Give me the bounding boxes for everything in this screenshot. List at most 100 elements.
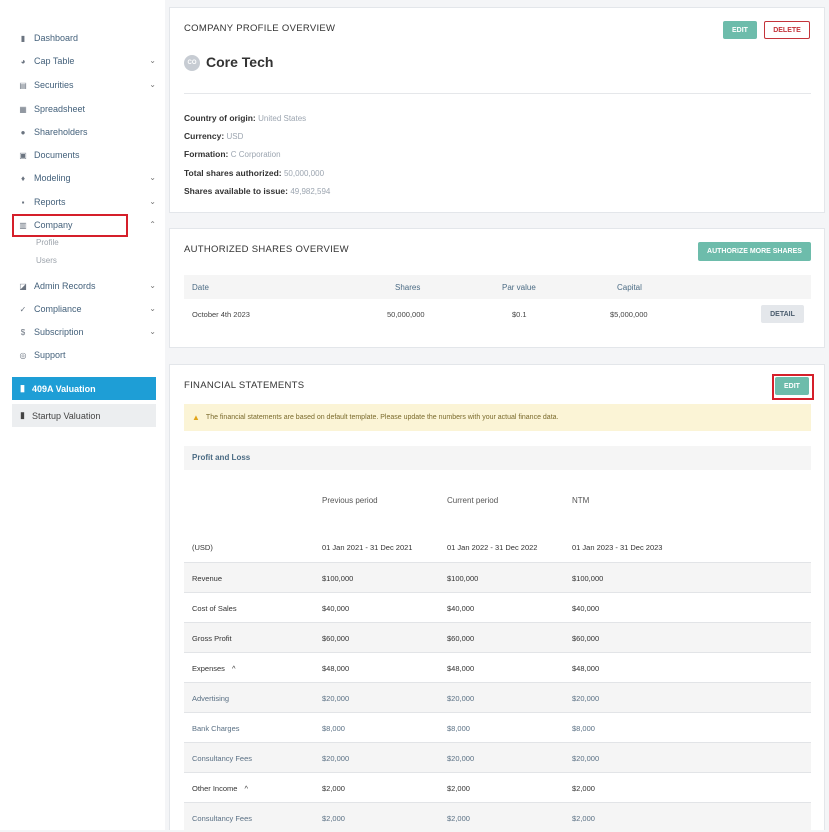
unit-label: (USD)	[192, 543, 213, 552]
cell-current: $48,000	[447, 664, 475, 673]
spreadsheet-icon: ▦	[19, 104, 27, 114]
column-header-ntm: NTM	[572, 496, 590, 505]
sidebar: ▮ Dashboard ◕ Cap Table ⌄ ▤ Securities ⌄…	[0, 0, 165, 830]
financial-statements-card: FINANCIAL STATEMENTS EDIT ▲ The financia…	[169, 364, 825, 832]
row-label: Consultancy Fees	[192, 814, 253, 823]
table-row-consultancy-fees: Consultancy Fees $20,000 $20,000 $20,000	[184, 742, 811, 772]
detail-button[interactable]: DETAIL	[761, 305, 804, 323]
document-icon: ▮	[20, 410, 25, 420]
cell-current: $100,000	[447, 574, 479, 583]
edit-profile-button[interactable]: EDIT	[723, 21, 757, 39]
range-ntm: 01 Jan 2023 - 31 Dec 2023	[572, 543, 663, 552]
chevron-up-icon[interactable]: ^	[245, 784, 249, 793]
divider	[184, 93, 811, 94]
info-country: Country of origin: United States	[184, 113, 307, 123]
sidebar-item-support[interactable]: ◎ Support	[19, 347, 159, 363]
sidebar-item-shareholders[interactable]: ● Shareholders	[19, 124, 159, 140]
highlight-box-edit	[772, 374, 814, 400]
section-header-profit-loss[interactable]: Profit and Loss	[184, 446, 811, 470]
startup-valuation-button[interactable]: ▮ Startup Valuation	[12, 404, 156, 427]
sidebar-item-cap-table[interactable]: ◕ Cap Table ⌄	[19, 53, 159, 69]
sidebar-subitem-profile[interactable]: Profile	[36, 238, 59, 247]
sidebar-subitem-users[interactable]: Users	[36, 256, 57, 265]
cell-previous: $20,000	[322, 754, 350, 763]
sidebar-item-documents[interactable]: ▣ Documents	[19, 147, 159, 163]
range-current: 01 Jan 2022 - 31 Dec 2022	[447, 543, 538, 552]
sidebar-item-admin-records[interactable]: ◪ Admin Records ⌄	[19, 278, 159, 294]
delete-profile-button[interactable]: DELETE	[764, 21, 810, 39]
info-total-shares: Total shares authorized: 50,000,000	[184, 168, 325, 178]
sidebar-item-reports[interactable]: ▪ Reports ⌄	[19, 194, 159, 210]
cell-current: $20,000	[447, 694, 475, 703]
cell-previous: $48,000	[322, 664, 350, 673]
warning-icon: ▲	[192, 413, 200, 422]
cell-previous: $2,000	[322, 814, 345, 823]
sidebar-item-label: Support	[34, 350, 66, 360]
sidebar-item-label: Reports	[34, 197, 66, 207]
card-title: FINANCIAL STATEMENTS	[184, 380, 305, 391]
company-name: Core Tech	[206, 54, 274, 70]
chevron-down-icon: ⌄	[149, 173, 156, 182]
cell-ntm: $60,000	[572, 634, 600, 643]
person-icon: ●	[20, 127, 26, 137]
sidebar-item-subscription[interactable]: $ Subscription ⌄	[19, 324, 159, 340]
chevron-down-icon: ⌄	[149, 80, 156, 89]
cell-previous: $60,000	[322, 634, 350, 643]
chevron-up-icon[interactable]: ^	[232, 664, 236, 673]
cell-capital: $5,000,000	[610, 310, 648, 319]
table-row: October 4th 2023 50,000,000 $0.1 $5,000,…	[184, 299, 811, 329]
sidebar-item-label: Modeling	[34, 173, 71, 183]
table-row-revenue: Revenue $100,000 $100,000 $100,000	[184, 562, 811, 592]
chevron-down-icon: ⌄	[149, 281, 156, 290]
cell-current: $60,000	[447, 634, 475, 643]
chevron-up-icon: ⌃	[149, 220, 156, 229]
section-label: Profit and Loss	[192, 453, 251, 462]
document-icon: ▣	[19, 150, 27, 160]
table-row-consultancy-fees: Consultancy Fees $2,000 $2,000 $2,000	[184, 802, 811, 832]
card-title: AUTHORIZED SHARES OVERVIEW	[184, 244, 349, 255]
sidebar-item-securities[interactable]: ▤ Securities ⌄	[19, 77, 159, 93]
dollar-icon: $	[20, 327, 26, 337]
cell-ntm: $48,000	[572, 664, 600, 673]
table-row-expenses[interactable]: Expenses ^ $48,000 $48,000 $48,000	[184, 652, 811, 682]
cell-ntm: $100,000	[572, 574, 604, 583]
cell-previous: $2,000	[322, 784, 345, 793]
sidebar-item-label: Admin Records	[34, 281, 96, 291]
row-label: Expenses ^	[192, 664, 236, 673]
pie-chart-icon: ◕	[20, 56, 26, 66]
sidebar-item-dashboard[interactable]: ▮ Dashboard	[19, 30, 159, 46]
column-header-capital: Capital	[617, 283, 642, 292]
card-title: COMPANY PROFILE OVERVIEW	[184, 23, 336, 34]
company-profile-card: COMPANY PROFILE OVERVIEW EDIT DELETE CO …	[169, 7, 825, 213]
cell-current: $2,000	[447, 784, 470, 793]
sidebar-item-label: Securities	[34, 80, 74, 90]
warning-text: The financial statements are based on de…	[205, 414, 559, 421]
row-label: Consultancy Fees	[192, 754, 253, 763]
startup-valuation-label: Startup Valuation	[31, 410, 101, 421]
sidebar-item-label: Cap Table	[34, 56, 75, 66]
sidebar-item-modeling[interactable]: ♦ Modeling ⌄	[19, 170, 159, 186]
warning-banner: ▲ The financial statements are based on …	[184, 404, 811, 431]
highlight-box-company	[12, 214, 128, 237]
cell-ntm: $8,000	[572, 724, 595, 733]
check-circle-icon: ✓	[19, 304, 27, 314]
sidebar-item-compliance[interactable]: ✓ Compliance ⌄	[19, 301, 159, 317]
cell-previous: $40,000	[322, 604, 350, 613]
row-label: Bank Charges	[192, 724, 240, 733]
table-header: Date Shares Par value Capital	[184, 275, 811, 299]
valuation-409a-button[interactable]: ▮ 409A Valuation	[12, 377, 156, 400]
cell-ntm: $20,000	[572, 754, 600, 763]
avatar: CO	[184, 55, 200, 71]
table-row-other-income[interactable]: Other Income ^ $2,000 $2,000 $2,000	[184, 772, 811, 802]
row-label: Revenue	[192, 574, 223, 583]
cell-current: $2,000	[447, 814, 470, 823]
sidebar-item-spreadsheet[interactable]: ▦ Spreadsheet	[19, 101, 159, 117]
bulb-icon: ♦	[20, 173, 26, 183]
sidebar-item-label: Subscription	[34, 327, 84, 337]
cell-shares: 50,000,000	[387, 310, 425, 319]
table-row-bank-charges: Bank Charges $8,000 $8,000 $8,000	[184, 712, 811, 742]
table-row-gross-profit: Gross Profit $60,000 $60,000 $60,000	[184, 622, 811, 652]
authorize-more-shares-button[interactable]: AUTHORIZE MORE SHARES	[698, 242, 811, 261]
column-header-shares: Shares	[395, 283, 421, 292]
info-currency: Currency: USD	[184, 131, 244, 141]
